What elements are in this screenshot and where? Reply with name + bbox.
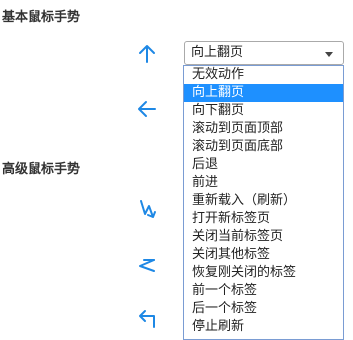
arrow-up-left-icon xyxy=(136,308,158,330)
dropdown-option[interactable]: 重新载入（刷新） xyxy=(184,192,343,210)
arrow-left-icon xyxy=(136,98,158,120)
dropdown-option[interactable]: 无效动作 xyxy=(184,66,343,84)
gesture-action-dropdown[interactable]: 无效动作 向上翻页 向下翻页 滚动到页面顶部 滚动到页面底部 后退 前进 重新载入（刷新） 打开… xyxy=(183,65,344,340)
basic-gestures-title: 基本鼠标手势 xyxy=(2,10,81,25)
dropdown-option[interactable]: 后退 xyxy=(184,156,343,174)
arrow-down-right-up-icon xyxy=(136,198,158,220)
advanced-gestures-title: 高级鼠标手势 xyxy=(2,162,81,177)
dropdown-option[interactable]: 打开新标签页 xyxy=(184,210,343,228)
dropdown-option[interactable]: 停止刷新 xyxy=(184,318,343,336)
select-value: 向上翻页 xyxy=(191,45,244,60)
dropdown-option[interactable]: 滚动到页面顶部 xyxy=(184,120,343,138)
dropdown-option[interactable]: 关闭其他标签 xyxy=(184,246,343,264)
gesture-action-select[interactable]: 向上翻页 xyxy=(184,41,344,65)
arrow-up-icon xyxy=(136,43,158,65)
dropdown-option[interactable]: 前一个标签 xyxy=(184,282,343,300)
chevron-down-icon xyxy=(325,52,333,57)
dropdown-option[interactable]: 向上翻页 xyxy=(184,84,343,102)
dropdown-option[interactable]: 关闭当前标签页 xyxy=(184,228,343,246)
dropdown-option[interactable]: 滚动到页面底部 xyxy=(184,138,343,156)
dropdown-option[interactable]: 向下翻页 xyxy=(184,102,343,120)
dropdown-option[interactable]: 恢复刚关闭的标签 xyxy=(184,264,343,282)
dropdown-option[interactable]: 后一个标签 xyxy=(184,300,343,318)
arrow-left-right-left-icon xyxy=(136,254,158,276)
dropdown-option[interactable]: 前进 xyxy=(184,174,343,192)
